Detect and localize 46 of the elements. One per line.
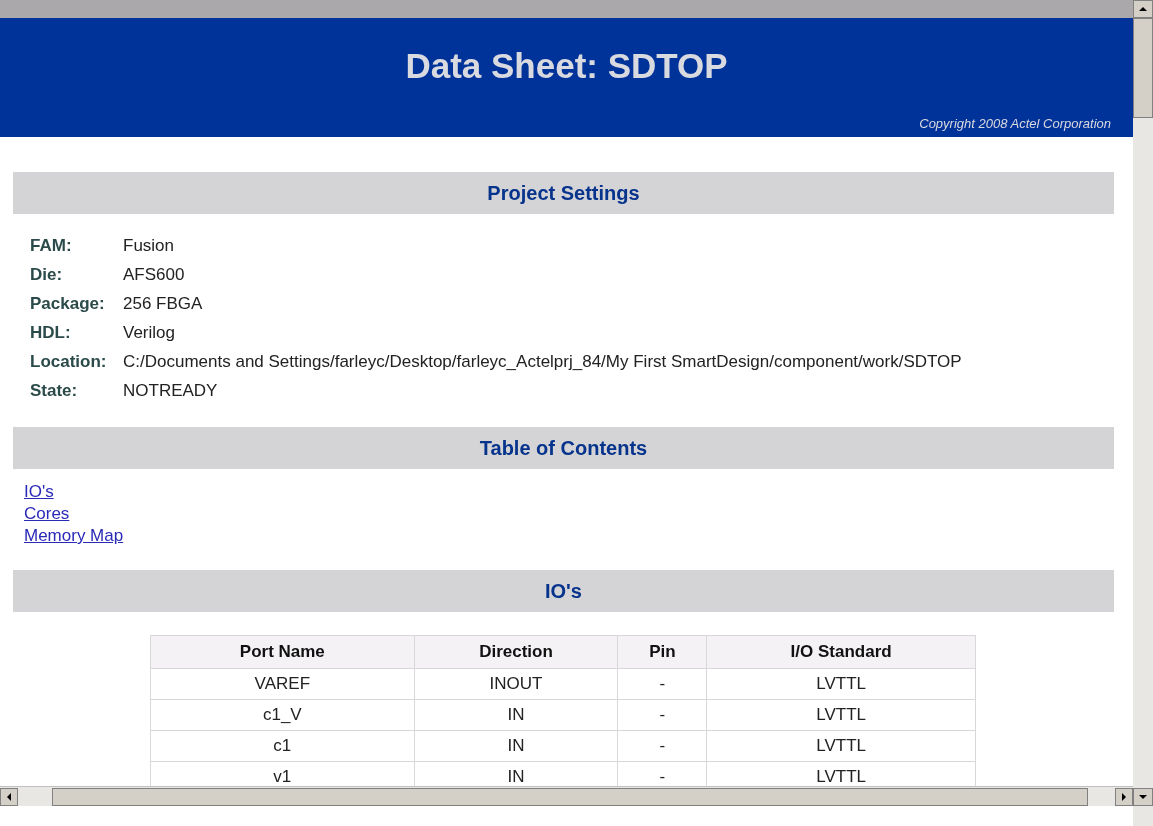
table-cell: IN <box>414 699 618 731</box>
toc-link[interactable]: Memory Map <box>24 525 124 547</box>
field-label: HDL: <box>30 321 72 344</box>
table-cell: c1_V <box>150 699 415 731</box>
field-value: NOTREADY <box>123 379 218 402</box>
column-header: I/O Standard <box>706 635 976 669</box>
field-value: 256 FBGA <box>123 292 203 315</box>
scroll-down-button[interactable] <box>1133 788 1153 806</box>
scroll-right-button[interactable] <box>1115 787 1133 806</box>
page-title: Data Sheet: SDTOP <box>405 44 728 87</box>
scroll-up-button[interactable] <box>1133 0 1153 18</box>
toc-link[interactable]: Cores <box>24 503 70 525</box>
scroll-thumb[interactable] <box>1133 18 1153 118</box>
table-cell: LVTTL <box>706 699 976 731</box>
column-header: Pin <box>617 635 707 669</box>
field-label: Location: <box>30 350 108 373</box>
scroll-left-button[interactable] <box>0 787 18 806</box>
table-cell: - <box>617 730 707 762</box>
field-value: Fusion <box>123 234 175 257</box>
left-arrow-icon <box>7 792 11 801</box>
table-cell: LVTTL <box>706 668 976 700</box>
column-header: Direction <box>414 635 618 669</box>
table-cell: VAREF <box>150 668 415 700</box>
field-value: AFS600 <box>123 263 185 286</box>
field-label: Die: <box>30 263 64 286</box>
field-value: C:/Documents and Settings/farleyc/Desktop/farleyc_Actelprj_84/My First SmartDesign/component/work/SDTOP <box>123 350 962 373</box>
table-cell: - <box>617 668 707 700</box>
copyright-text: Copyright 2008 Actel Corporation <box>919 115 1111 133</box>
field-value: Verilog <box>123 321 175 344</box>
section-title: IO's <box>545 579 582 604</box>
up-arrow-icon <box>1139 7 1147 11</box>
toc-link[interactable]: IO's <box>24 481 54 503</box>
vertical-scrollbar[interactable] <box>1133 0 1153 826</box>
table-cell: LVTTL <box>706 730 976 762</box>
column-header: Port Name <box>150 635 415 669</box>
field-label: State: <box>30 379 79 402</box>
table-cell: INOUT <box>414 668 618 700</box>
field-label: Package: <box>30 292 106 315</box>
table-cell: IN <box>414 730 618 762</box>
right-arrow-icon <box>1122 792 1126 801</box>
section-title: Table of Contents <box>479 436 648 461</box>
down-arrow-icon <box>1139 795 1147 799</box>
table-cell: - <box>617 699 707 731</box>
field-label: FAM: <box>30 234 73 257</box>
table-cell: c1 <box>150 730 415 762</box>
section-title: Project Settings <box>487 181 640 206</box>
